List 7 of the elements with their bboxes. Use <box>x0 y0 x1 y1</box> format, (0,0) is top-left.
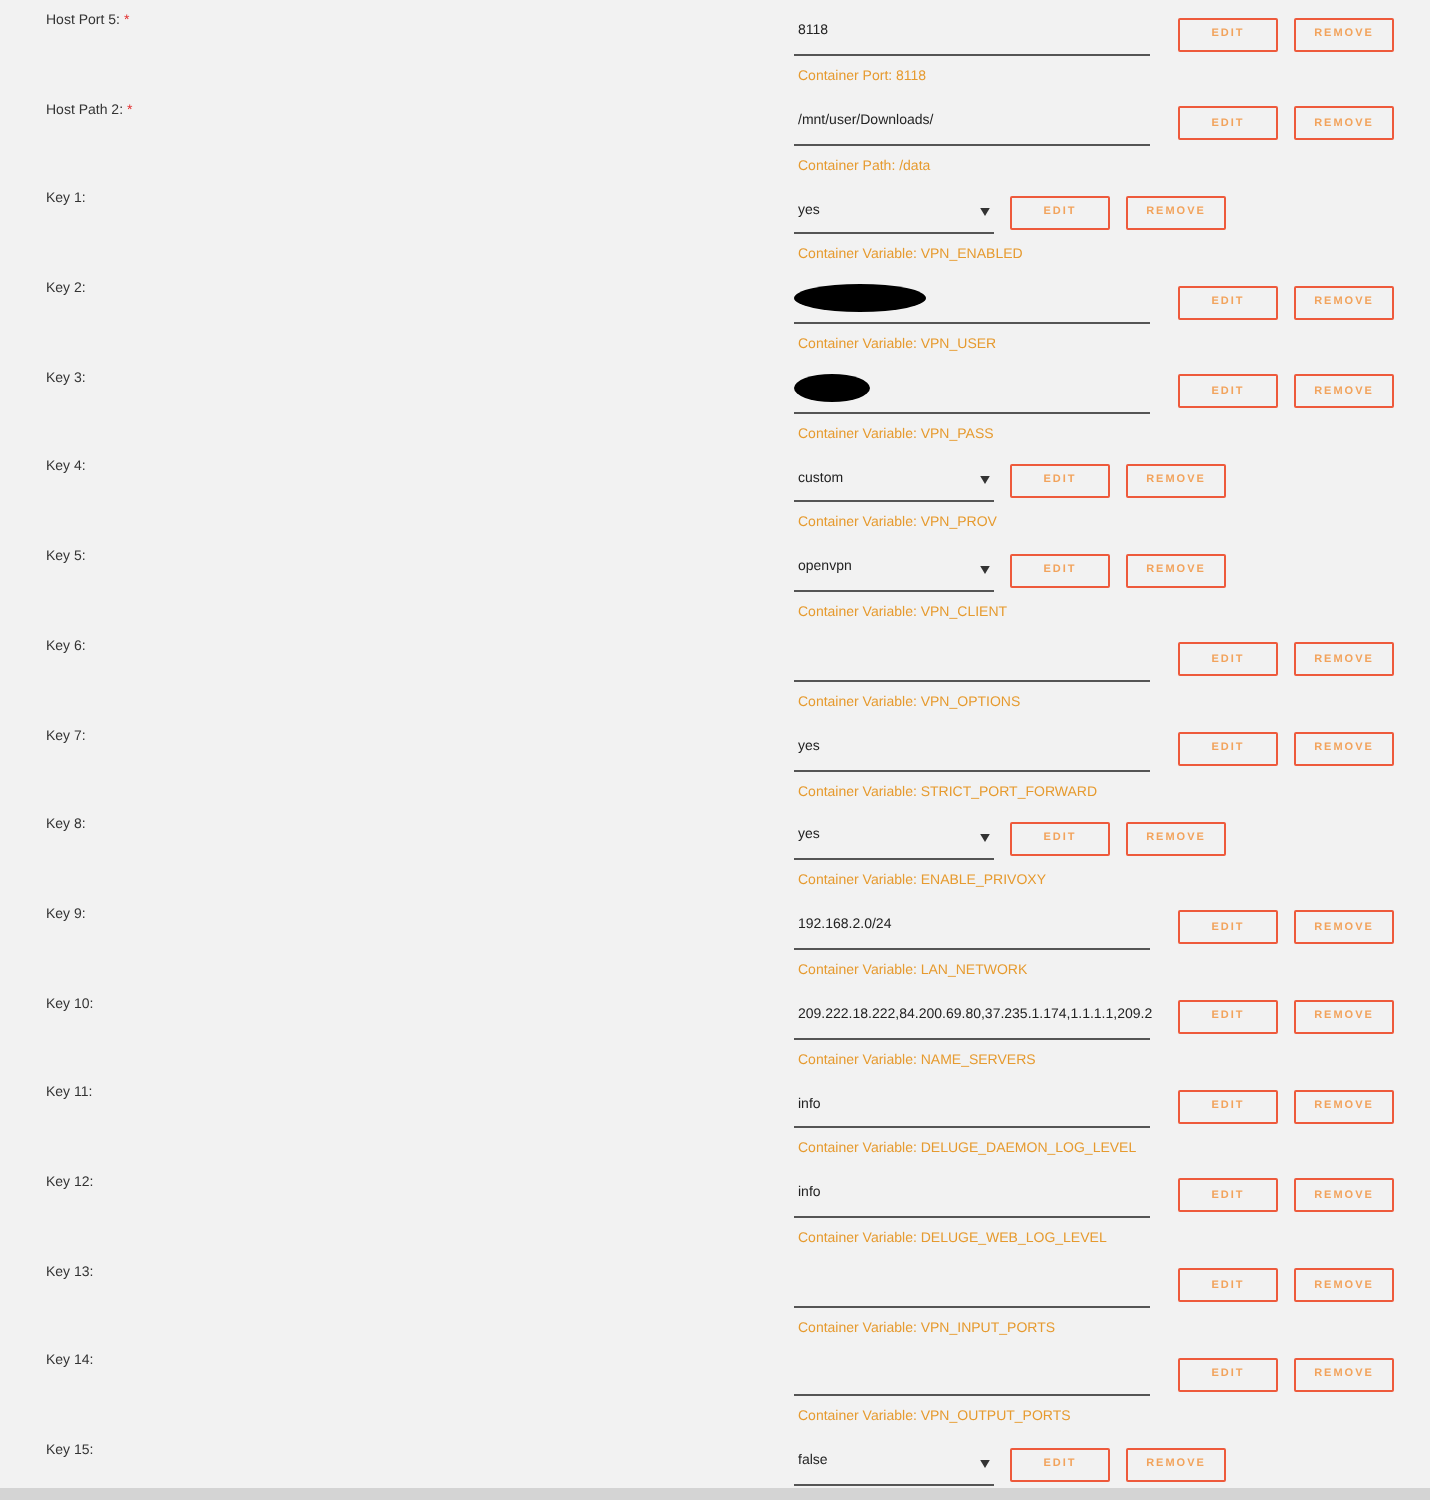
caret-icon <box>980 207 990 216</box>
input-field[interactable] <box>794 280 1150 325</box>
caret-icon <box>980 565 990 574</box>
caret-icon <box>980 475 990 484</box>
input-field[interactable] <box>794 369 1150 414</box>
caret-icon <box>980 1459 990 1467</box>
caret-icon <box>980 833 990 842</box>
